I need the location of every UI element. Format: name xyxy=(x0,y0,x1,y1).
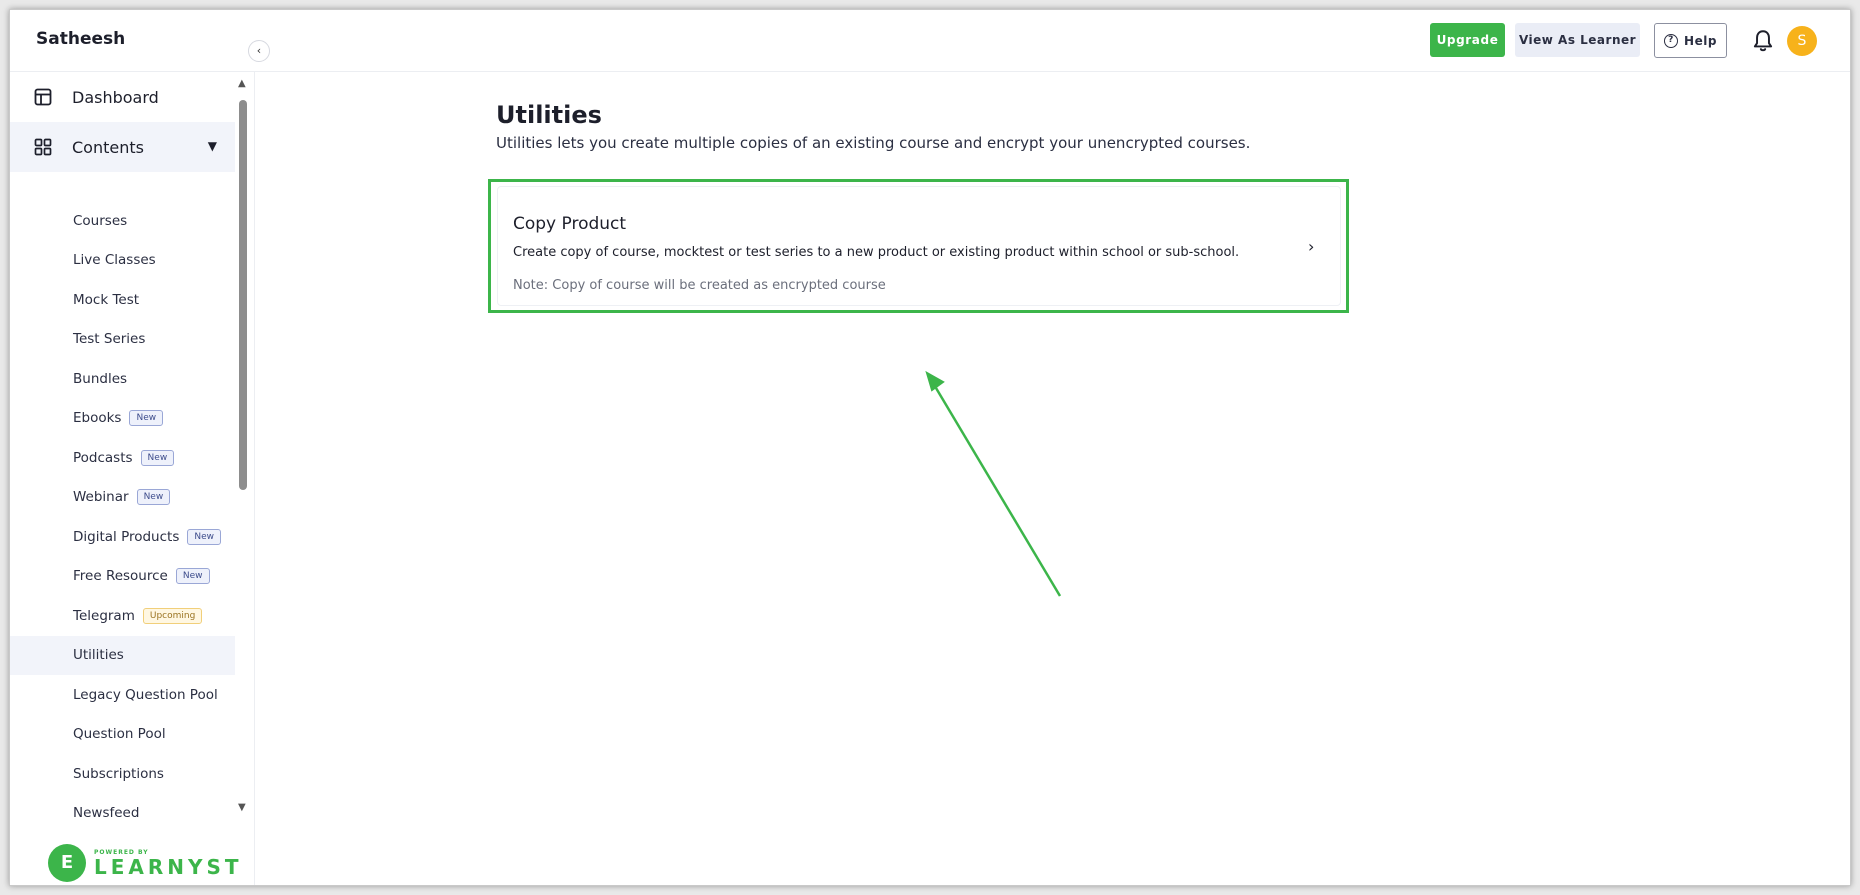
contents-submenu: Courses Live Classes Mock Test Test Seri… xyxy=(10,201,235,833)
chevron-down-icon: ▼ xyxy=(207,139,217,153)
sidebar-item-label: Contents xyxy=(72,137,144,157)
sidebar-item-label: Bundles xyxy=(73,370,128,387)
sidebar-item-label: Newsfeed xyxy=(73,805,140,822)
sidebar-item-label: Subscriptions xyxy=(73,765,164,782)
sidebar-item-label: Utilities xyxy=(73,647,124,664)
help-button[interactable]: ? Help xyxy=(1654,23,1727,58)
sidebar-item-telegram[interactable]: Telegram Upcoming xyxy=(10,596,235,636)
sidebar-scrollbar[interactable]: ▲ ▼ xyxy=(236,72,250,822)
sidebar-item-label: Podcasts xyxy=(73,449,133,466)
sidebar-item-bundles[interactable]: Bundles xyxy=(10,359,235,399)
new-badge: New xyxy=(175,568,210,585)
brand-name: LEARNYST xyxy=(94,854,243,879)
scroll-down-icon[interactable]: ▼ xyxy=(238,802,246,813)
sidebar-item-legacy-question-pool[interactable]: Legacy Question Pool xyxy=(10,675,235,715)
sidebar-item-ebooks[interactable]: Ebooks New xyxy=(10,399,235,439)
page-title: Utilities xyxy=(496,101,602,129)
sidebar-item-label: Live Classes xyxy=(73,252,156,269)
upcoming-badge: Upcoming xyxy=(142,607,203,624)
sidebar-item-courses[interactable]: Courses xyxy=(10,201,235,241)
card-title: Copy Product xyxy=(513,214,627,234)
collapse-sidebar-button[interactable]: ‹ xyxy=(248,40,270,62)
avatar[interactable]: S xyxy=(1787,26,1817,56)
learnyst-logo-icon: E xyxy=(48,844,86,882)
new-badge: New xyxy=(187,528,222,545)
grid-icon xyxy=(34,138,52,156)
sidebar-item-webinar[interactable]: Webinar New xyxy=(10,478,235,518)
sidebar-item-newsfeed[interactable]: Newsfeed xyxy=(10,794,235,834)
sidebar-item-label: Ebooks xyxy=(73,410,122,427)
chevron-right-icon[interactable]: › xyxy=(1308,237,1314,256)
sidebar-item-utilities[interactable]: Utilities xyxy=(10,635,235,675)
sidebar-item-label: Digital Products xyxy=(73,528,180,545)
bell-icon[interactable] xyxy=(1750,28,1776,54)
sidebar-item-label: Webinar xyxy=(73,489,129,506)
top-header: Satheesh Upgrade View As Learner ? Help … xyxy=(10,10,1850,72)
app-window: Satheesh Upgrade View As Learner ? Help … xyxy=(9,9,1851,886)
sidebar-item-free-resource[interactable]: Free Resource New xyxy=(10,557,235,597)
help-label: Help xyxy=(1684,33,1717,48)
sidebar-item-subscriptions[interactable]: Subscriptions xyxy=(10,754,235,794)
scroll-up-icon[interactable]: ▲ xyxy=(238,78,246,89)
sidebar-item-label: Mock Test xyxy=(73,291,140,308)
sidebar-item-label: Telegram xyxy=(73,607,135,624)
sidebar-item-question-pool[interactable]: Question Pool xyxy=(10,715,235,755)
view-as-learner-button[interactable]: View As Learner xyxy=(1515,23,1640,57)
sidebar-item-label: Courses xyxy=(73,212,128,229)
sidebar-item-label: Legacy Question Pool xyxy=(73,686,218,703)
card-note: Note: Copy of course will be created as … xyxy=(513,278,886,293)
school-name: Satheesh xyxy=(36,29,126,49)
sidebar-item-live-classes[interactable]: Live Classes xyxy=(10,241,235,281)
sidebar-item-label: Dashboard xyxy=(72,87,159,107)
question-circle-icon: ? xyxy=(1664,33,1679,48)
powered-by-learnyst-logo: E POWERED BY LEARNYST xyxy=(48,844,243,882)
upgrade-button[interactable]: Upgrade xyxy=(1430,23,1505,57)
card-description: Create copy of course, mocktest or test … xyxy=(513,245,1240,260)
sidebar-item-label: Free Resource xyxy=(73,568,168,585)
sidebar-item-label: Question Pool xyxy=(73,726,166,743)
sidebar-item-dashboard[interactable]: Dashboard xyxy=(10,72,235,122)
page-description: Utilities lets you create multiple copie… xyxy=(496,134,1251,152)
new-badge: New xyxy=(136,489,171,506)
sidebar-item-contents[interactable]: Contents ▼ xyxy=(10,122,235,172)
layout-icon xyxy=(34,88,52,106)
new-badge: New xyxy=(129,410,164,427)
sidebar-item-digital-products[interactable]: Digital Products New xyxy=(10,517,235,557)
sidebar-item-mock-test[interactable]: Mock Test xyxy=(10,280,235,320)
sidebar-item-podcasts[interactable]: Podcasts New xyxy=(10,438,235,478)
scrollbar-thumb[interactable] xyxy=(239,100,247,490)
sidebar-item-test-series[interactable]: Test Series xyxy=(10,320,235,360)
copy-product-card[interactable]: Copy Product Create copy of course, mock… xyxy=(497,186,1341,306)
new-badge: New xyxy=(140,449,175,466)
sidebar-item-label: Test Series xyxy=(73,331,146,348)
sidebar: Dashboard Contents ▼ Courses Live Classe… xyxy=(10,72,255,885)
